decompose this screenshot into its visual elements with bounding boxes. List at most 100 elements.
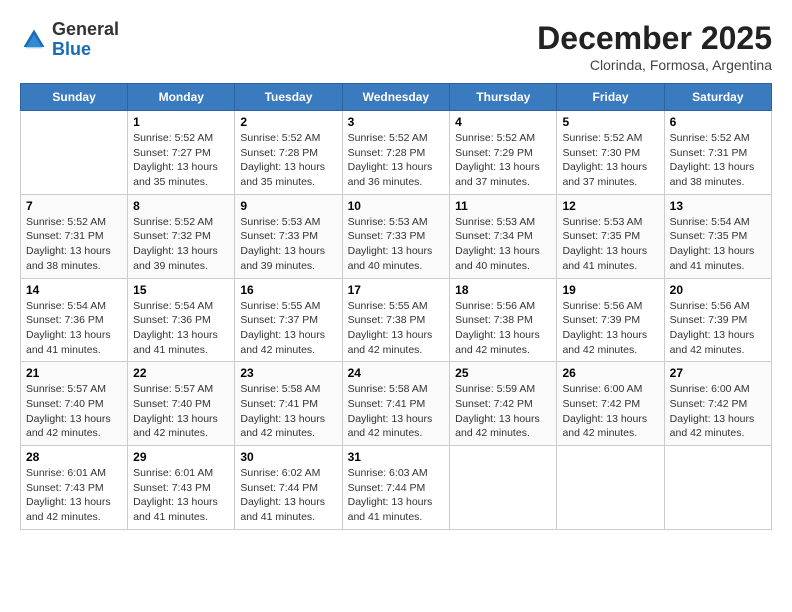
calendar-cell: 17 Sunrise: 5:55 AMSunset: 7:38 PMDayligh… [342, 278, 450, 362]
calendar-cell: 16 Sunrise: 5:55 AMSunset: 7:37 PMDayligh… [235, 278, 342, 362]
day-info: Sunrise: 5:52 AMSunset: 7:32 PMDaylight:… [133, 215, 229, 274]
day-number: 13 [670, 199, 766, 213]
calendar-cell: 13Sunrise: 5:54 AMSunset: 7:35 PMDayligh… [664, 194, 771, 278]
calendar-cell: 9 Sunrise: 5:53 AMSunset: 7:33 PMDaylight… [235, 194, 342, 278]
calendar-cell: 1 Sunrise: 5:52 AMSunset: 7:27 PMDaylight… [128, 111, 235, 195]
day-info: Sunrise: 5:52 AMSunset: 7:28 PMDaylight:… [348, 131, 445, 190]
calendar-cell: 20 Sunrise: 5:56 AMSunset: 7:39 PMDayligh… [664, 278, 771, 362]
calendar-cell [21, 111, 128, 195]
day-header-tuesday: Tuesday [235, 84, 342, 111]
calendar-cell: 14 Sunrise: 5:54 AMSunset: 7:36 PMDayligh… [21, 278, 128, 362]
day-number: 28 [26, 450, 122, 464]
week-row-1: 7 Sunrise: 5:52 AMSunset: 7:31 PMDaylight… [21, 194, 772, 278]
day-header-thursday: Thursday [450, 84, 557, 111]
calendar-cell [557, 446, 664, 530]
day-info: Sunrise: 5:52 AMSunset: 7:31 PMDaylight:… [670, 131, 766, 190]
calendar-cell: 26Sunrise: 6:00 AMSunset: 7:42 PMDayligh… [557, 362, 664, 446]
day-info: Sunrise: 5:56 AMSunset: 7:38 PMDaylight:… [455, 299, 551, 358]
day-number: 19 [562, 283, 658, 297]
day-info: Sunrise: 6:00 AMSunset: 7:42 PMDaylight:… [562, 382, 658, 441]
day-info: Sunrise: 5:52 AMSunset: 7:31 PMDaylight:… [26, 215, 122, 274]
calendar-cell: 10Sunrise: 5:53 AMSunset: 7:33 PMDayligh… [342, 194, 450, 278]
day-info: Sunrise: 6:01 AMSunset: 7:43 PMDaylight:… [133, 466, 229, 525]
day-info: Sunrise: 5:55 AMSunset: 7:38 PMDaylight:… [348, 299, 445, 358]
calendar-cell: 31 Sunrise: 6:03 AMSunset: 7:44 PMDayligh… [342, 446, 450, 530]
day-info: Sunrise: 5:52 AMSunset: 7:29 PMDaylight:… [455, 131, 551, 190]
day-info: Sunrise: 6:01 AMSunset: 7:43 PMDaylight:… [26, 466, 122, 525]
day-number: 29 [133, 450, 229, 464]
day-number: 18 [455, 283, 551, 297]
day-number: 25 [455, 366, 551, 380]
calendar-cell [450, 446, 557, 530]
day-number: 7 [26, 199, 122, 213]
day-info: Sunrise: 5:53 AMSunset: 7:35 PMDaylight:… [562, 215, 658, 274]
calendar-cell: 28 Sunrise: 6:01 AMSunset: 7:43 PMDayligh… [21, 446, 128, 530]
day-header-monday: Monday [128, 84, 235, 111]
day-info: Sunrise: 5:57 AMSunset: 7:40 PMDaylight:… [26, 382, 122, 441]
day-header-sunday: Sunday [21, 84, 128, 111]
calendar-cell: 11Sunrise: 5:53 AMSunset: 7:34 PMDayligh… [450, 194, 557, 278]
day-number: 10 [348, 199, 445, 213]
calendar-cell: 24Sunrise: 5:58 AMSunset: 7:41 PMDayligh… [342, 362, 450, 446]
day-number: 21 [26, 366, 122, 380]
calendar-cell: 30 Sunrise: 6:02 AMSunset: 7:44 PMDayligh… [235, 446, 342, 530]
day-info: Sunrise: 5:52 AMSunset: 7:27 PMDaylight:… [133, 131, 229, 190]
calendar-cell: 22Sunrise: 5:57 AMSunset: 7:40 PMDayligh… [128, 362, 235, 446]
day-info: Sunrise: 5:54 AMSunset: 7:36 PMDaylight:… [133, 299, 229, 358]
week-row-3: 21 Sunrise: 5:57 AMSunset: 7:40 PMDayligh… [21, 362, 772, 446]
day-number: 14 [26, 283, 122, 297]
calendar-cell: 21 Sunrise: 5:57 AMSunset: 7:40 PMDayligh… [21, 362, 128, 446]
day-number: 1 [133, 115, 229, 129]
calendar-cell: 4 Sunrise: 5:52 AMSunset: 7:29 PMDaylight… [450, 111, 557, 195]
calendar-cell: 12 Sunrise: 5:53 AMSunset: 7:35 PMDayligh… [557, 194, 664, 278]
month-title: December 2025 [537, 20, 772, 57]
day-number: 4 [455, 115, 551, 129]
day-info: Sunrise: 5:58 AMSunset: 7:41 PMDaylight:… [348, 382, 445, 441]
day-number: 2 [240, 115, 336, 129]
logo-icon [20, 26, 48, 54]
day-info: Sunrise: 5:57 AMSunset: 7:40 PMDaylight:… [133, 382, 229, 441]
day-number: 20 [670, 283, 766, 297]
day-number: 30 [240, 450, 336, 464]
calendar-cell: 23 Sunrise: 5:58 AMSunset: 7:41 PMDayligh… [235, 362, 342, 446]
day-info: Sunrise: 5:56 AMSunset: 7:39 PMDaylight:… [670, 299, 766, 358]
day-number: 15 [133, 283, 229, 297]
calendar-table: SundayMondayTuesdayWednesdayThursdayFrid… [20, 83, 772, 530]
location-subtitle: Clorinda, Formosa, Argentina [537, 57, 772, 73]
calendar-cell: 2Sunrise: 5:52 AMSunset: 7:28 PMDaylight… [235, 111, 342, 195]
calendar-cell [664, 446, 771, 530]
calendar-cell: 3Sunrise: 5:52 AMSunset: 7:28 PMDaylight… [342, 111, 450, 195]
logo: General Blue [20, 20, 119, 60]
day-header-wednesday: Wednesday [342, 84, 450, 111]
day-number: 27 [670, 366, 766, 380]
day-number: 12 [562, 199, 658, 213]
day-number: 17 [348, 283, 445, 297]
day-info: Sunrise: 5:59 AMSunset: 7:42 PMDaylight:… [455, 382, 551, 441]
day-number: 8 [133, 199, 229, 213]
day-number: 23 [240, 366, 336, 380]
day-info: Sunrise: 5:56 AMSunset: 7:39 PMDaylight:… [562, 299, 658, 358]
day-info: Sunrise: 6:03 AMSunset: 7:44 PMDaylight:… [348, 466, 445, 525]
day-number: 16 [240, 283, 336, 297]
day-number: 31 [348, 450, 445, 464]
day-header-saturday: Saturday [664, 84, 771, 111]
calendar-cell: 19 Sunrise: 5:56 AMSunset: 7:39 PMDayligh… [557, 278, 664, 362]
logo-blue: Blue [52, 39, 91, 59]
calendar-cell: 29 Sunrise: 6:01 AMSunset: 7:43 PMDayligh… [128, 446, 235, 530]
day-info: Sunrise: 5:55 AMSunset: 7:37 PMDaylight:… [240, 299, 336, 358]
day-info: Sunrise: 5:52 AMSunset: 7:30 PMDaylight:… [562, 131, 658, 190]
day-number: 9 [240, 199, 336, 213]
week-row-4: 28 Sunrise: 6:01 AMSunset: 7:43 PMDayligh… [21, 446, 772, 530]
day-number: 5 [562, 115, 658, 129]
day-info: Sunrise: 5:53 AMSunset: 7:33 PMDaylight:… [240, 215, 336, 274]
day-info: Sunrise: 5:58 AMSunset: 7:41 PMDaylight:… [240, 382, 336, 441]
calendar-cell: 27 Sunrise: 6:00 AMSunset: 7:42 PMDayligh… [664, 362, 771, 446]
day-info: Sunrise: 5:54 AMSunset: 7:36 PMDaylight:… [26, 299, 122, 358]
calendar-header-row: SundayMondayTuesdayWednesdayThursdayFrid… [21, 84, 772, 111]
day-info: Sunrise: 6:02 AMSunset: 7:44 PMDaylight:… [240, 466, 336, 525]
day-info: Sunrise: 6:00 AMSunset: 7:42 PMDaylight:… [670, 382, 766, 441]
calendar-cell: 15 Sunrise: 5:54 AMSunset: 7:36 PMDayligh… [128, 278, 235, 362]
calendar-cell: 5 Sunrise: 5:52 AMSunset: 7:30 PMDaylight… [557, 111, 664, 195]
calendar-cell: 7 Sunrise: 5:52 AMSunset: 7:31 PMDaylight… [21, 194, 128, 278]
logo-text: General Blue [52, 20, 119, 60]
